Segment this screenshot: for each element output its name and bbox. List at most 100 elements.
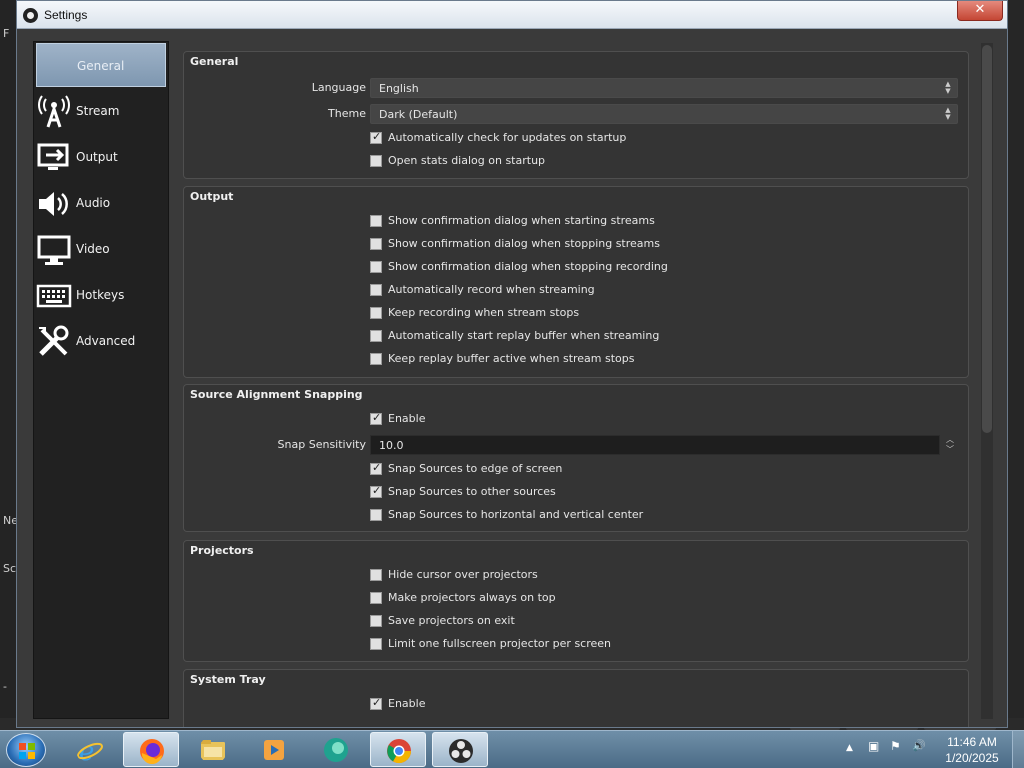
background-label-f: F [3, 27, 10, 40]
taskbar-obs[interactable] [432, 732, 488, 767]
group-title: General [190, 55, 239, 68]
checkbox-label: Make projectors always on top [388, 591, 556, 604]
checkbox-box[interactable] [370, 484, 382, 498]
vertical-scrollbar[interactable] [981, 43, 993, 719]
antenna-icon [38, 95, 70, 128]
checkbox-label: Enable [388, 697, 426, 710]
network-icon[interactable]: ▣ [868, 739, 879, 753]
checkbox-box[interactable] [370, 215, 382, 227]
sidebar-item-hotkeys[interactable]: Hotkeys [36, 273, 166, 317]
checkbox-box[interactable] [370, 411, 382, 425]
group-system-tray: System Tray Enable [183, 669, 969, 727]
checkbox-box[interactable] [370, 509, 382, 521]
checkbox-box[interactable] [370, 696, 382, 710]
checkbox-box[interactable] [370, 461, 382, 475]
window-title: Settings [44, 8, 88, 22]
taskbar-internet-explorer[interactable]: e [62, 732, 118, 767]
gear-icon [37, 50, 73, 84]
sidebar-item-label: Hotkeys [76, 288, 125, 302]
checkbox-label: Limit one fullscreen projector per scree… [388, 637, 612, 650]
checkbox-label: Automatically record when streaming [388, 283, 595, 296]
language-select[interactable]: English ▲ ▼ [370, 78, 958, 98]
theme-value: Dark (Default) [379, 108, 458, 121]
tray-expand-icon[interactable]: ▲ [846, 743, 853, 753]
sidebar-item-video[interactable]: Video [36, 227, 166, 271]
scrollbar-thumb[interactable] [982, 45, 992, 433]
background-window-right-edge [1008, 0, 1024, 730]
start-button[interactable] [6, 733, 46, 767]
output-option-row: Show confirmation dialog when stopping r… [184, 259, 970, 279]
taskbar-file-explorer[interactable] [185, 732, 241, 767]
group-projectors: Projectors Hide cursor over projectors M… [183, 540, 969, 662]
checkbox-label: Automatically start replay buffer when s… [388, 329, 660, 342]
output-icon [37, 143, 69, 170]
snap-sensitivity-input[interactable]: 10.0 [370, 435, 940, 455]
checkbox-box[interactable] [370, 284, 382, 296]
sidebar-item-audio[interactable]: Audio [36, 181, 166, 225]
group-title: Source Alignment Snapping [190, 388, 363, 401]
snap-sensitivity-row: Snap Sensitivity 10.0 ︿ ﹀ [184, 435, 970, 455]
checkbox-box[interactable] [370, 307, 382, 319]
title-bar[interactable]: Settings ✕ [17, 1, 1007, 29]
theme-select[interactable]: Dark (Default) ▲ ▼ [370, 104, 958, 124]
checkbox-box[interactable] [370, 569, 382, 581]
checkbox-box[interactable] [370, 155, 382, 167]
close-button[interactable]: ✕ [957, 1, 1003, 21]
chrome-icon [387, 739, 411, 764]
checkbox-label: Hide cursor over projectors [388, 568, 538, 581]
checkbox-box[interactable] [370, 261, 382, 273]
snapping-enable-row: Enable [184, 411, 970, 431]
settings-window: Settings ✕ General Stream Output Audio V… [16, 0, 1008, 728]
volume-icon[interactable]: 🔊 [912, 739, 926, 752]
edge-icon [324, 738, 348, 762]
taskbar-chrome[interactable] [370, 732, 426, 767]
sidebar-item-stream[interactable]: Stream [36, 89, 166, 133]
projectors-option-row: Save projectors on exit [184, 613, 970, 633]
checkbox-label: Show confirmation dialog when stopping s… [388, 237, 660, 250]
system-tray: ▲ ▣ ⚑ 🔊 [844, 737, 934, 761]
snap-sensitivity-value: 10.0 [379, 439, 404, 452]
checkbox-label: Automatically check for updates on start… [388, 131, 627, 144]
checkbox-box[interactable] [370, 638, 382, 650]
projectors-option-row: Make projectors always on top [184, 590, 970, 610]
show-desktop-button[interactable] [1012, 731, 1024, 768]
background-label-dash: - [3, 680, 7, 693]
sidebar-item-label: General [77, 59, 125, 73]
output-option-row: Show confirmation dialog when starting s… [184, 213, 970, 233]
output-option-row: Keep recording when stream stops [184, 305, 970, 325]
obs-logo-icon [23, 8, 38, 23]
sidebar-item-label: Video [76, 242, 110, 256]
snapping-option-row: Snap Sources to other sources [184, 484, 970, 504]
chevron-down-icon[interactable]: ﹀ [942, 445, 958, 455]
checkbox-box[interactable] [370, 330, 382, 342]
clock-date[interactable]: 1/20/2025 [942, 751, 1002, 765]
chevron-up-icon[interactable]: ︿ [942, 435, 958, 445]
checkbox-label: Keep recording when stream stops [388, 306, 580, 319]
tools-icon [39, 325, 69, 356]
checkbox-box[interactable] [370, 615, 382, 627]
keyboard-icon [36, 284, 72, 308]
group-title: Projectors [190, 544, 254, 557]
checkbox-box[interactable] [370, 592, 382, 604]
snapping-option-row: Snap Sources to edge of screen [184, 461, 970, 481]
taskbar-media-player[interactable] [246, 732, 302, 767]
taskbar-firefox[interactable] [123, 732, 179, 767]
clock-time[interactable]: 11:46 AM [942, 735, 1002, 749]
checkbox-box[interactable] [370, 238, 382, 250]
settings-client-area: General Stream Output Audio Video Hotkey… [17, 29, 1007, 727]
taskbar-edge[interactable] [308, 732, 364, 767]
checkbox-label: Show confirmation dialog when stopping r… [388, 260, 668, 273]
action-center-flag-icon[interactable]: ⚑ [890, 739, 901, 753]
sidebar-item-label: Output [76, 150, 118, 164]
system-tray-enable-row: Enable [184, 696, 970, 716]
windows-logo-icon [19, 743, 35, 759]
checkbox-box[interactable] [370, 130, 382, 144]
checkbox-label: Show confirmation dialog when starting s… [388, 214, 655, 227]
sidebar-item-general[interactable]: General [36, 43, 166, 87]
sidebar-item-output[interactable]: Output [36, 135, 166, 179]
snap-sensitivity-stepper[interactable]: ︿ ﹀ [942, 435, 958, 455]
output-option-row: Automatically record when streaming [184, 282, 970, 302]
checkbox-box[interactable] [370, 353, 382, 365]
internet-explorer-icon: e [77, 737, 103, 764]
sidebar-item-advanced[interactable]: Advanced [36, 319, 166, 363]
